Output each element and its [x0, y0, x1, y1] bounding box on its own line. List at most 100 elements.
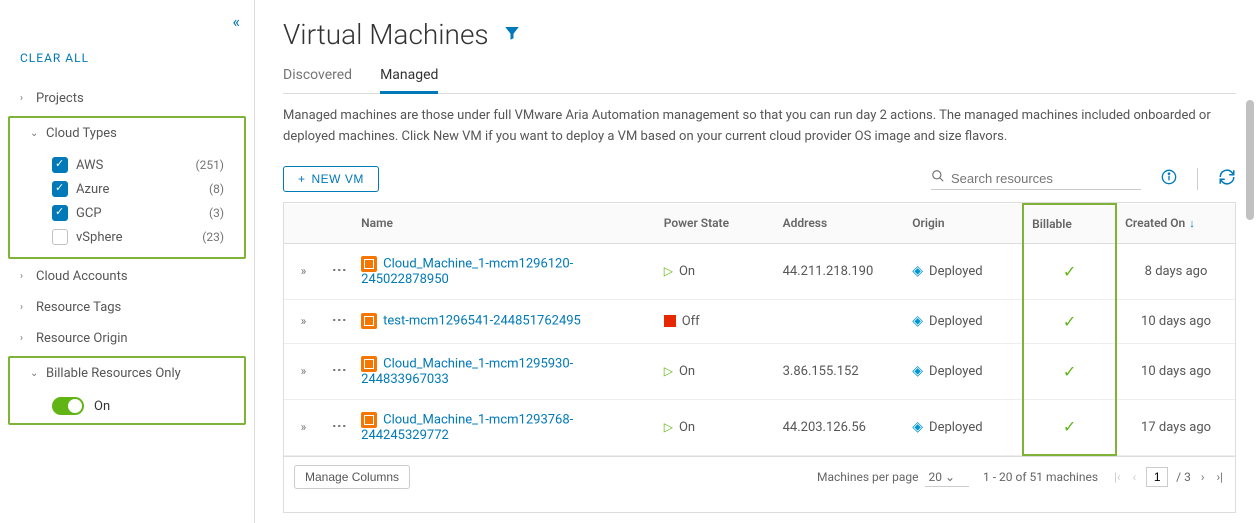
- check-icon: ✓: [1063, 312, 1076, 331]
- tab-managed[interactable]: Managed: [380, 63, 438, 94]
- checkbox-icon[interactable]: [52, 157, 68, 173]
- filter-label: Resource Tags: [36, 300, 121, 315]
- address-cell: 3.86.155.152: [775, 343, 905, 399]
- filter-projects[interactable]: › Projects: [0, 83, 254, 114]
- expand-row-button[interactable]: »: [301, 314, 307, 328]
- row-actions-menu[interactable]: ⋮: [331, 363, 347, 376]
- row-actions-menu[interactable]: ⋮: [331, 419, 347, 432]
- search-input-wrap[interactable]: [931, 167, 1141, 190]
- filter-label: Projects: [36, 91, 84, 106]
- origin-text: Deployed: [929, 364, 983, 379]
- created-cell: 10 days ago: [1116, 343, 1235, 399]
- tabs: Discovered Managed: [283, 63, 1236, 94]
- info-icon[interactable]: [1161, 169, 1177, 189]
- filter-icon[interactable]: [503, 24, 521, 46]
- check-icon: ✓: [1063, 362, 1076, 381]
- expand-row-button[interactable]: »: [301, 364, 307, 378]
- deploy-icon: ◈: [912, 313, 923, 329]
- table-row: » ⋮ Cloud_Machine_1-mcm1293768-244245329…: [284, 399, 1235, 455]
- row-actions-menu[interactable]: ⋮: [331, 263, 347, 276]
- power-state: Off: [682, 314, 700, 329]
- main-content: Virtual Machines Discovered Managed Mana…: [255, 0, 1258, 523]
- power-state: On: [679, 420, 695, 435]
- expand-row-button[interactable]: »: [301, 264, 307, 278]
- filter-item-gcp[interactable]: GCP (3): [10, 201, 244, 225]
- next-page-button[interactable]: ›: [1199, 470, 1207, 484]
- plus-icon: +: [298, 172, 306, 186]
- filter-resource-tags[interactable]: › Resource Tags: [0, 292, 254, 323]
- created-cell: 8 days ago: [1116, 243, 1235, 299]
- refresh-icon[interactable]: [1218, 168, 1236, 190]
- filter-item-aws[interactable]: AWS (251): [10, 153, 244, 177]
- address-cell: 44.211.218.190: [775, 243, 905, 299]
- deploy-icon: ◈: [912, 419, 923, 435]
- sidebar-collapse-button[interactable]: «: [232, 12, 240, 31]
- separator: [1197, 168, 1198, 190]
- play-icon: ▷: [664, 364, 673, 378]
- filter-resource-origin[interactable]: › Resource Origin: [0, 323, 254, 354]
- last-page-button[interactable]: ›|: [1214, 470, 1225, 484]
- per-page-label: Machines per page: [817, 470, 918, 484]
- page-input[interactable]: [1146, 467, 1168, 487]
- first-page-button[interactable]: |‹: [1112, 470, 1123, 484]
- filter-billable-only[interactable]: ⌄ Billable Resources Only: [10, 358, 244, 389]
- vm-icon: [361, 356, 377, 372]
- vm-name-link[interactable]: Cloud_Machine_1-mcm1295930-244833967033: [361, 356, 573, 387]
- chevron-down-icon: ⌄: [30, 368, 40, 379]
- billable-cell: ✓: [1023, 399, 1116, 455]
- col-address[interactable]: Address: [775, 204, 905, 244]
- filter-cloud-types[interactable]: ⌄ Cloud Types: [10, 118, 244, 149]
- expand-row-button[interactable]: »: [301, 420, 307, 434]
- origin-text: Deployed: [929, 314, 983, 329]
- deploy-icon: ◈: [912, 263, 923, 279]
- origin-text: Deployed: [929, 264, 983, 279]
- checkbox-icon[interactable]: [52, 181, 68, 197]
- chevron-right-icon: ›: [20, 333, 30, 344]
- page-total: / 3: [1176, 470, 1191, 484]
- chevron-right-icon: ›: [20, 93, 30, 104]
- col-power[interactable]: Power State: [656, 204, 775, 244]
- checkbox-icon[interactable]: [52, 229, 68, 245]
- clear-all-button[interactable]: CLEAR ALL: [0, 39, 254, 83]
- search-input[interactable]: [951, 171, 1141, 186]
- vm-name-link[interactable]: Cloud_Machine_1-mcm1296120-245022878950: [361, 256, 573, 287]
- origin-text: Deployed: [929, 420, 983, 435]
- prev-page-button[interactable]: ‹: [1131, 470, 1139, 484]
- tab-discovered[interactable]: Discovered: [283, 63, 352, 93]
- scrollbar[interactable]: [1246, 100, 1254, 483]
- vm-table: Name Power State Address Origin Billable…: [284, 203, 1235, 457]
- billable-toggle[interactable]: [52, 397, 84, 415]
- filter-item-vsphere[interactable]: vSphere (23): [10, 225, 244, 249]
- vm-name-link[interactable]: Cloud_Machine_1-mcm1293768-244245329772: [361, 412, 573, 443]
- page-description: Managed machines are those under full VM…: [283, 106, 1236, 148]
- vm-icon: [361, 256, 377, 272]
- new-vm-button[interactable]: + NEW VM: [283, 166, 379, 192]
- col-origin[interactable]: Origin: [904, 204, 1023, 244]
- col-name[interactable]: Name: [353, 204, 656, 244]
- checkbox-icon[interactable]: [52, 205, 68, 221]
- filter-label: Resource Origin: [36, 331, 128, 346]
- search-icon: [931, 169, 945, 187]
- chevron-right-icon: ›: [20, 302, 30, 313]
- manage-columns-button[interactable]: Manage Columns: [294, 465, 410, 489]
- chevron-down-icon: ⌄: [30, 128, 40, 139]
- address-cell: 44.203.126.56: [775, 399, 905, 455]
- deploy-icon: ◈: [912, 363, 923, 379]
- col-created[interactable]: Created On↓: [1116, 204, 1235, 244]
- filter-item-azure[interactable]: Azure (8): [10, 177, 244, 201]
- billable-cell: ✓: [1023, 243, 1116, 299]
- filter-label: Cloud Accounts: [36, 269, 128, 284]
- play-icon: ▷: [664, 264, 673, 278]
- billable-cell: ✓: [1023, 299, 1116, 343]
- per-page-select[interactable]: 20 ⌄: [925, 468, 970, 487]
- filter-cloud-accounts[interactable]: › Cloud Accounts: [0, 261, 254, 292]
- col-billable[interactable]: Billable: [1023, 204, 1116, 244]
- stop-icon: [664, 315, 676, 327]
- row-actions-menu[interactable]: ⋮: [331, 313, 347, 326]
- vm-name-link[interactable]: test-mcm1296541-244851762495: [383, 314, 581, 329]
- billable-cell: ✓: [1023, 343, 1116, 399]
- power-state: On: [679, 364, 695, 379]
- vm-icon: [361, 313, 377, 329]
- range-text: 1 - 20 of 51 machines: [983, 470, 1098, 484]
- vm-icon: [361, 412, 377, 428]
